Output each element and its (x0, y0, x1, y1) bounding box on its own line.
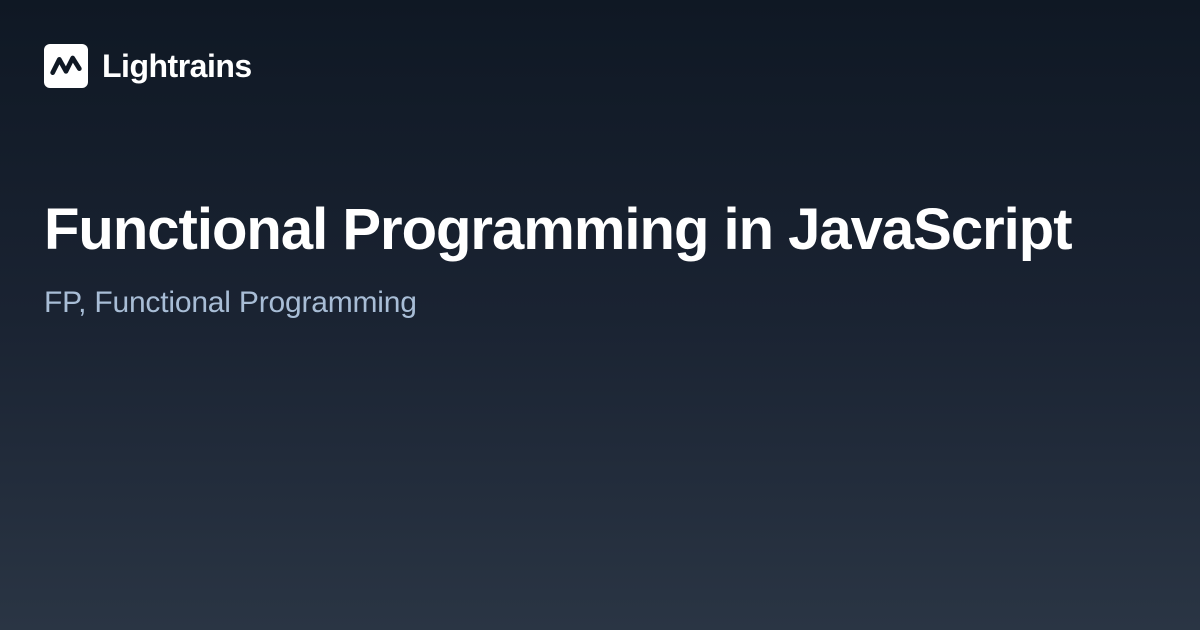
brand-logo-icon (44, 44, 88, 88)
page-title: Functional Programming in JavaScript (44, 198, 1156, 262)
main-content: Functional Programming in JavaScript FP,… (0, 88, 1200, 320)
header: Lightrains (0, 0, 1200, 88)
brand-name: Lightrains (102, 48, 252, 85)
page-subtitle: FP, Functional Programming (44, 286, 1156, 320)
